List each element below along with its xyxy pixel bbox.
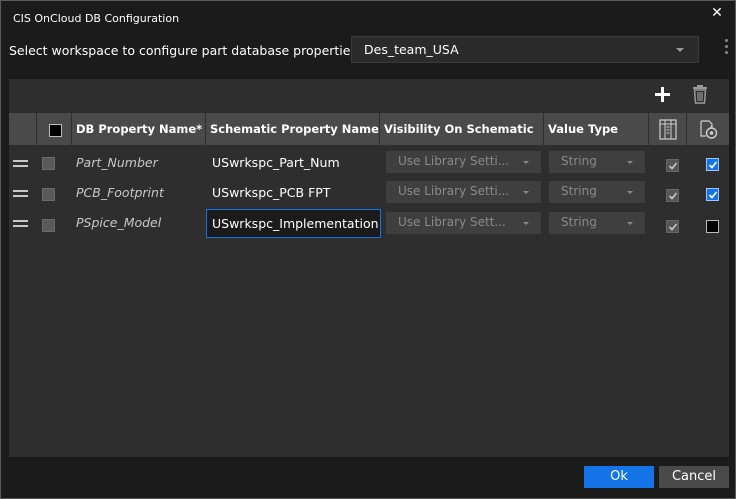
trash-icon[interactable]	[691, 85, 709, 105]
library-checkbox[interactable]	[666, 159, 679, 172]
chevron-down-icon	[523, 191, 529, 194]
visibility-value: Use Library Sett...	[398, 215, 506, 229]
window-title: CIS OnCloud DB Configuration	[13, 12, 180, 25]
workspace-select[interactable]: Des_team_USA	[351, 36, 699, 63]
value-type-select[interactable]: String	[549, 151, 645, 173]
value-type-select[interactable]: String	[549, 212, 645, 234]
more-options-icon[interactable]	[721, 39, 731, 59]
header-visibility[interactable]: Visibility On Schematic	[380, 113, 544, 145]
close-icon[interactable]: ✕	[707, 4, 727, 24]
header-label: DB Property Name*	[76, 122, 203, 136]
ok-button[interactable]: Ok	[584, 466, 654, 488]
schematic-checkbox[interactable]	[706, 158, 719, 171]
schematic-checkbox[interactable]	[706, 220, 719, 233]
header-schematic-property-name[interactable]: Schematic Property Name	[206, 113, 380, 145]
row-select-checkbox[interactable]	[42, 219, 55, 232]
header-db-property-name[interactable]: DB Property Name*	[72, 113, 206, 145]
header-library-column[interactable]	[649, 113, 687, 145]
schematic-property-input[interactable]: USwrkspc_Implementation	[206, 209, 381, 238]
header-label: Value Type	[548, 122, 618, 136]
workspace-selected-value: Des_team_USA	[364, 42, 459, 57]
chevron-down-icon	[627, 161, 633, 164]
select-all-checkbox[interactable]	[49, 124, 62, 137]
db-property-name: PSpice_Model	[76, 215, 162, 230]
schematic-property-input[interactable]: USwrkspc_PCB FPT	[206, 178, 381, 208]
row-select-checkbox[interactable]	[42, 188, 55, 201]
table-row[interactable]: PSpice_Model USwrkspc_Implementation Use…	[9, 208, 729, 238]
table-row[interactable]: PCB_Footprint USwrkspc_PCB FPT Use Libra…	[9, 178, 729, 208]
header-schematic-column[interactable]	[687, 113, 729, 145]
workspace-label: Select workspace to configure part datab…	[9, 43, 357, 58]
chevron-down-icon	[523, 222, 529, 225]
visibility-value: Use Library Setti...	[398, 154, 510, 168]
value-type-value: String	[561, 184, 597, 198]
schematic-sync-icon	[700, 120, 718, 139]
properties-panel: DB Property Name* Schematic Property Nam…	[9, 79, 729, 457]
schematic-checkbox[interactable]	[706, 188, 719, 201]
drag-handle-icon[interactable]	[13, 160, 28, 167]
header-label: Visibility On Schematic	[384, 122, 534, 136]
drag-handle-icon[interactable]	[13, 220, 28, 227]
header-select-all	[37, 113, 72, 145]
visibility-select[interactable]: Use Library Setti...	[386, 151, 541, 173]
table-header: DB Property Name* Schematic Property Nam…	[9, 113, 729, 145]
library-columns-icon	[659, 119, 677, 140]
library-checkbox[interactable]	[666, 189, 679, 202]
header-value-type[interactable]: Value Type	[544, 113, 649, 145]
title-bar: CIS OnCloud DB Configuration ✕	[1, 1, 735, 35]
value-type-value: String	[561, 215, 597, 229]
header-label: Schematic Property Name	[210, 122, 379, 136]
cancel-button[interactable]: Cancel	[659, 466, 729, 488]
chevron-down-icon	[676, 48, 684, 52]
library-checkbox[interactable]	[666, 220, 679, 233]
db-property-name: Part_Number	[76, 155, 158, 170]
visibility-select[interactable]: Use Library Setti...	[386, 181, 541, 203]
db-property-name: PCB_Footprint	[76, 185, 164, 200]
table-row[interactable]: Part_Number USwrkspc_Part_Num Use Librar…	[9, 148, 729, 178]
plus-icon[interactable]	[652, 84, 674, 106]
row-select-checkbox[interactable]	[42, 157, 55, 170]
drag-handle-icon[interactable]	[13, 190, 28, 197]
db-configuration-dialog: CIS OnCloud DB Configuration ✕ Select wo…	[0, 0, 736, 499]
schematic-property-input[interactable]: USwrkspc_Part_Num	[206, 148, 381, 178]
chevron-down-icon	[627, 191, 633, 194]
chevron-down-icon	[523, 161, 529, 164]
header-drag-column	[9, 113, 37, 145]
value-type-select[interactable]: String	[549, 181, 645, 203]
visibility-select[interactable]: Use Library Sett...	[386, 212, 541, 234]
value-type-value: String	[561, 154, 597, 168]
visibility-value: Use Library Setti...	[398, 184, 510, 198]
chevron-down-icon	[627, 222, 633, 225]
